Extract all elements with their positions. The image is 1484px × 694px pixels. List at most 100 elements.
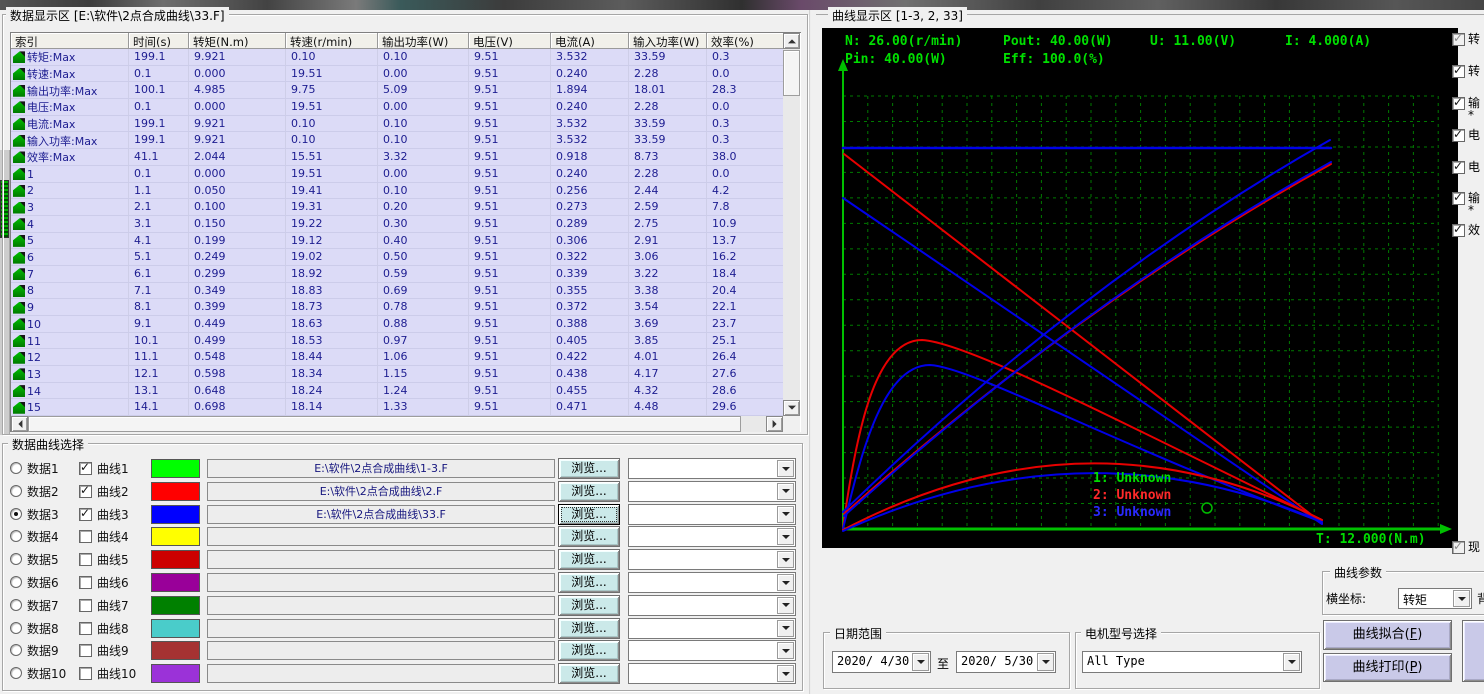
channel-checkbox[interactable]: ✓ — [1452, 129, 1465, 142]
data-radio[interactable] — [10, 576, 22, 588]
curve-fit-button[interactable]: 曲线拟合(F) — [1323, 620, 1452, 650]
chevron-down-icon[interactable] — [777, 460, 794, 477]
plot-canvas[interactable]: N: 26.00(r/min)Pout: 40.00(W)U: 11.00(V)… — [822, 28, 1458, 548]
table-row[interactable]: 1514.10.69818.141.339.510.4714.4829.6 — [11, 399, 784, 416]
table-row[interactable]: 98.10.39918.730.789.510.3723.5422.1 — [11, 299, 784, 316]
chevron-down-icon[interactable] — [777, 597, 794, 614]
curve-color-swatch[interactable] — [151, 482, 200, 501]
vertical-scroll-thumb[interactable] — [783, 50, 800, 96]
curve-checkbox[interactable] — [79, 599, 92, 612]
table-row[interactable]: 转矩:Max199.19.9210.100.109.513.53233.590.… — [11, 49, 784, 66]
chevron-down-icon[interactable] — [1453, 590, 1470, 607]
curve-file-path-field[interactable] — [207, 619, 555, 638]
date-to-dropdown[interactable]: 2020/ 5/30 — [956, 651, 1056, 673]
curve-checkbox[interactable]: ✓ — [79, 462, 92, 475]
table-row[interactable]: 效率:Max41.12.04415.513.329.510.9188.7338.… — [11, 149, 784, 166]
column-header[interactable]: 索引 — [11, 33, 129, 49]
browse-button[interactable]: 浏览... — [558, 526, 620, 547]
curve-extra-dropdown[interactable] — [628, 572, 796, 593]
table-row[interactable]: 输入功率:Max199.19.9210.100.109.513.53233.59… — [11, 132, 784, 149]
table-vertical-scrollbar[interactable] — [783, 33, 800, 416]
column-header[interactable]: 输入功率(W) — [629, 33, 707, 49]
chevron-down-icon[interactable] — [1037, 653, 1054, 671]
curve-color-swatch[interactable] — [151, 596, 200, 615]
curve-file-path-field[interactable]: E:\软件\2点合成曲线\1-3.F — [207, 459, 555, 478]
curve-checkbox[interactable]: ✓ — [79, 508, 92, 521]
table-row[interactable]: 109.10.44918.630.889.510.3883.6923.7 — [11, 316, 784, 333]
curve-checkbox[interactable] — [79, 622, 92, 635]
table-row[interactable]: 54.10.19919.120.409.510.3062.9113.7 — [11, 233, 784, 250]
curve-color-swatch[interactable] — [151, 527, 200, 546]
chevron-down-icon[interactable] — [777, 551, 794, 568]
curve-file-path-field[interactable] — [207, 550, 555, 569]
chevron-down-icon[interactable] — [777, 620, 794, 637]
channel-checkbox-item[interactable]: ✓转 — [1452, 65, 1484, 78]
browse-button[interactable]: 浏览... — [558, 663, 620, 684]
browse-button[interactable]: 浏览... — [558, 618, 620, 639]
data-radio[interactable] — [10, 462, 22, 474]
channel-checkbox[interactable]: ✓ — [1452, 541, 1465, 554]
browse-button[interactable]: 浏览... — [558, 504, 620, 525]
horizontal-scroll-thumb[interactable] — [28, 416, 741, 432]
motor-model-dropdown[interactable]: All Type — [1082, 651, 1302, 673]
curve-color-swatch[interactable] — [151, 550, 200, 569]
chevron-down-icon[interactable] — [912, 653, 929, 671]
table-horizontal-scrollbar[interactable] — [11, 416, 783, 432]
table-row[interactable]: 电流:Max199.19.9210.100.109.513.53233.590.… — [11, 116, 784, 133]
curve-extra-dropdown[interactable] — [628, 504, 796, 525]
curve-checkbox[interactable] — [79, 553, 92, 566]
curve-extra-dropdown[interactable] — [628, 595, 796, 616]
channel-checkbox-item[interactable]: ✓现 — [1452, 541, 1484, 554]
browse-button[interactable]: 浏览... — [558, 572, 620, 593]
x-axis-param-dropdown[interactable]: 转矩 — [1398, 588, 1472, 609]
scroll-left-button[interactable] — [11, 416, 28, 432]
chevron-down-icon[interactable] — [777, 528, 794, 545]
channel-checkbox-item[interactable]: ✓电 — [1452, 129, 1484, 142]
channel-checkbox[interactable]: ✓ — [1452, 224, 1465, 237]
chevron-down-icon[interactable] — [777, 483, 794, 500]
table-row[interactable]: 输出功率:Max100.14.9859.755.099.511.89418.01… — [11, 82, 784, 99]
table-row[interactable]: 76.10.29918.920.599.510.3393.2218.4 — [11, 266, 784, 283]
data-radio[interactable] — [10, 622, 22, 634]
chevron-down-icon[interactable] — [777, 574, 794, 591]
curve-extra-dropdown[interactable] — [628, 526, 796, 547]
curve-print-button[interactable]: 曲线打印(P) — [1323, 653, 1452, 682]
curve-color-swatch[interactable] — [151, 459, 200, 478]
scroll-down-button[interactable] — [783, 400, 800, 416]
column-header[interactable]: 时间(s) — [129, 33, 189, 49]
browse-button[interactable]: 浏览... — [558, 549, 620, 570]
curve-checkbox[interactable] — [79, 667, 92, 680]
column-header[interactable]: 效率(%) — [707, 33, 784, 49]
data-radio[interactable] — [10, 508, 22, 520]
curve-extra-dropdown[interactable] — [628, 618, 796, 639]
curve-file-path-field[interactable] — [207, 527, 555, 546]
channel-checkbox-item[interactable]: ✓电 — [1452, 161, 1484, 174]
column-header[interactable]: 转速(r/min) — [286, 33, 378, 49]
browse-button[interactable]: 浏览... — [558, 595, 620, 616]
clipped-button[interactable] — [1462, 620, 1484, 682]
channel-checkbox[interactable]: ✓ — [1452, 192, 1465, 205]
curve-extra-dropdown[interactable] — [628, 663, 796, 684]
data-radio[interactable] — [10, 485, 22, 497]
channel-checkbox-item[interactable]: ✓效 — [1452, 224, 1484, 237]
curve-extra-dropdown[interactable] — [628, 549, 796, 570]
browse-button[interactable]: 浏览... — [558, 640, 620, 661]
chevron-down-icon[interactable] — [1283, 653, 1300, 671]
scroll-right-button[interactable] — [766, 416, 783, 432]
table-row[interactable]: 转速:Max0.10.00019.510.009.510.2402.280.0 — [11, 66, 784, 83]
curve-file-path-field[interactable] — [207, 596, 555, 615]
curve-color-swatch[interactable] — [151, 641, 200, 660]
curve-color-swatch[interactable] — [151, 619, 200, 638]
channel-checkbox-item[interactable]: ✓转 — [1452, 33, 1484, 46]
curve-file-path-field[interactable] — [207, 641, 555, 660]
curve-checkbox[interactable]: ✓ — [79, 485, 92, 498]
column-header[interactable]: 电流(A) — [551, 33, 629, 49]
curve-file-path-field[interactable] — [207, 664, 555, 683]
column-header[interactable]: 电压(V) — [469, 33, 551, 49]
curve-file-path-field[interactable]: E:\软件\2点合成曲线\2.F — [207, 482, 555, 501]
chevron-down-icon[interactable] — [777, 665, 794, 682]
curve-file-path-field[interactable]: E:\软件\2点合成曲线\33.F — [207, 505, 555, 524]
channel-checkbox[interactable]: ✓ — [1452, 161, 1465, 174]
browse-button[interactable]: 浏览... — [558, 458, 620, 479]
table-row[interactable]: 87.10.34918.830.699.510.3553.3820.4 — [11, 283, 784, 300]
